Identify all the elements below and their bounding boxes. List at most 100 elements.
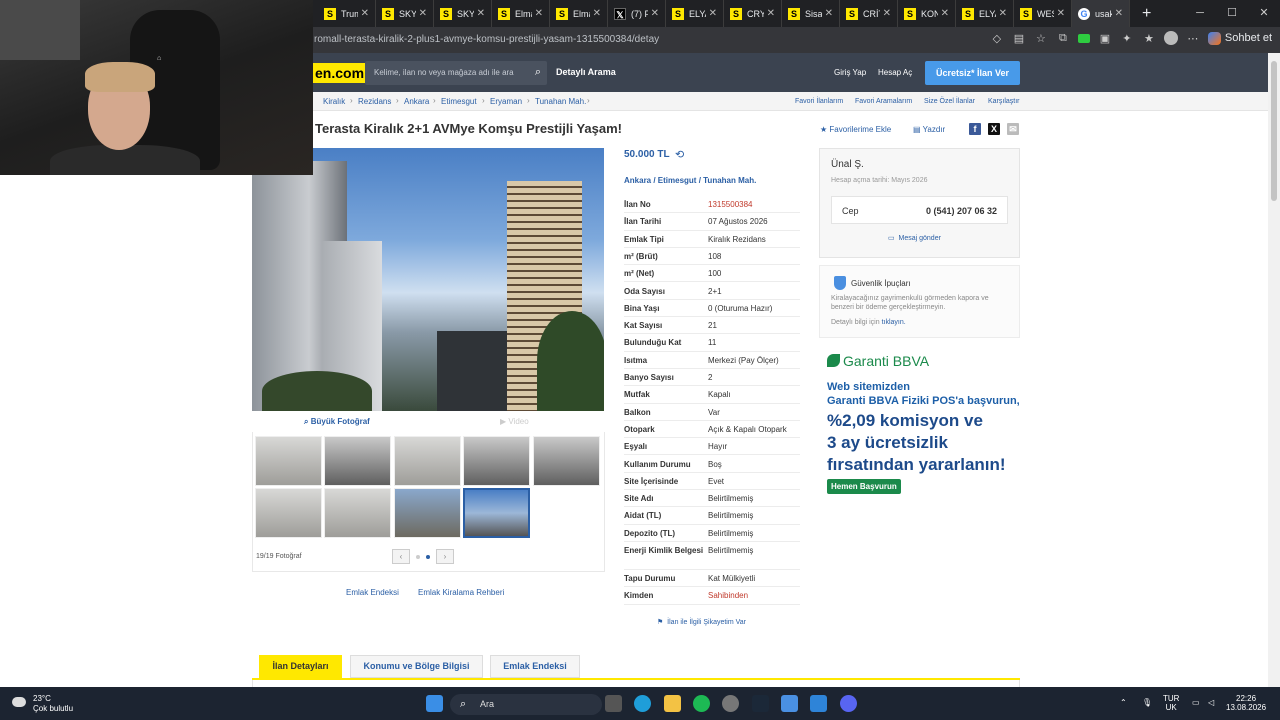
location-city[interactable]: Ankara [624,176,651,185]
profile-avatar[interactable] [1163,31,1178,45]
large-photo-tab[interactable]: ⌕ Büyük Fotoğraf [304,417,370,427]
network-icon[interactable]: ▭ [1192,698,1200,707]
browser-tab[interactable]: S WEST✕ [1014,0,1072,27]
more-icon[interactable]: ⋯ [1186,32,1200,45]
maximize-icon[interactable]: ☐ [1216,0,1248,27]
phone-number[interactable]: 0 (541) 207 06 32 [926,206,997,216]
search-icon[interactable]: ⌕ [535,66,541,79]
tab-close-icon[interactable]: ✕ [1057,8,1065,19]
emlak-endeksi-link[interactable]: Emlak Endeksi [346,588,399,597]
post-ad-button[interactable]: Ücretsiz* İlan Ver [925,61,1020,85]
tab-listing-details[interactable]: İlan Detayları [259,655,342,678]
browser-tab[interactable]: S ELYA✕ [956,0,1014,27]
top-link[interactable]: Karşılaştır [988,98,1020,105]
tab-close-icon[interactable]: ✕ [883,8,891,19]
print-link[interactable]: ▤ Yazdır [913,125,945,134]
sohbet-button[interactable]: Sohbet et [1207,31,1272,45]
ad-apply-button[interactable]: Hemen Başvurun [827,479,901,494]
photos-icon[interactable] [810,695,827,712]
pager-dot-active[interactable] [426,555,430,559]
thumbnail[interactable] [394,436,461,486]
thumbnail[interactable] [255,436,322,486]
thumbnail[interactable] [394,488,461,538]
browser-tab[interactable]: S Elma✕ [492,0,550,27]
breadcrumb-item[interactable]: Ankara [404,97,429,106]
tab-close-icon[interactable]: ✕ [767,8,775,19]
tab-close-icon[interactable]: ✕ [419,8,427,19]
thumbnail[interactable] [533,436,600,486]
start-icon[interactable] [426,695,443,712]
close-window-icon[interactable]: ✕ [1248,0,1280,27]
minimize-icon[interactable]: ─ [1184,0,1216,27]
tab-close-icon[interactable]: ✕ [825,8,833,19]
pager-dot[interactable] [416,555,420,559]
browser-tab[interactable]: S CRYS✕ [724,0,782,27]
tab-close-icon[interactable]: ✕ [1115,8,1123,19]
price-history-icon[interactable]: ⟲ [675,148,684,161]
browser-tab[interactable]: S ELYA✕ [666,0,724,27]
advanced-search-link[interactable]: Detaylı Arama [556,67,616,77]
puzzle-icon[interactable]: ✦ [1120,32,1134,45]
site-logo[interactable]: en.com [312,63,368,83]
top-link[interactable]: Size Özel İlanlar [924,98,975,105]
register-link[interactable]: Hesap Aç [878,68,912,77]
tab-emlak-endeksi[interactable]: Emlak Endeksi [490,655,580,678]
tab-close-icon[interactable]: ✕ [535,8,543,19]
browser-tab[interactable]: S Trum✕ [318,0,376,27]
breadcrumb-item[interactable]: Tunahan Mah. [535,97,586,106]
search-input[interactable]: Kelime, ilan no veya mağaza adı ile ara … [365,61,547,85]
complaint-link[interactable]: ⚑ İlan ile İlgili Şikayetim Var [657,618,746,626]
file-explorer-icon[interactable] [664,695,681,712]
prev-page-button[interactable]: ‹ [392,549,410,564]
next-page-button[interactable]: › [436,549,454,564]
tray-chevron-icon[interactable]: ⌃ [1120,698,1127,707]
thumbnail[interactable] [324,488,391,538]
new-tab-icon[interactable]: + [1142,5,1151,23]
breadcrumb-item[interactable]: Kiralık [323,97,345,106]
main-photo[interactable] [252,148,604,411]
tab-close-icon[interactable]: ✕ [593,8,601,19]
add-favorite-link[interactable]: ★ Favorilerime Ekle [820,125,891,134]
browser-tab[interactable]: S Sisa ✕ [782,0,840,27]
url-field[interactable]: romall-terasta-kiralik-2-plus1-avmye-kom… [314,34,659,45]
extensions-icon[interactable]: ⧉ [1056,32,1070,45]
task-view-icon[interactable] [605,695,622,712]
discord-icon[interactable] [840,695,857,712]
favorites-icon[interactable]: ★ [1142,32,1156,45]
browser-tab[interactable]: S SKYL✕ [434,0,492,27]
edge-icon[interactable] [634,695,651,712]
mail-icon[interactable]: ✉ [1007,123,1019,135]
facebook-icon[interactable]: f [969,123,981,135]
send-message-link[interactable]: ▭ Mesaj gönder [888,234,941,242]
location-neighborhood[interactable]: Tunahan Mah. [703,176,756,185]
garanti-ad[interactable]: Garanti BBVA Web sitemizden Garanti BBVA… [819,350,1020,500]
microphone-icon[interactable]: 🎙 [1142,698,1152,707]
browser-tab[interactable]: S Elma✕ [550,0,608,27]
top-link[interactable]: Favori Aramalarım [855,98,912,105]
location-district[interactable]: Etimesgut [658,176,697,185]
scrollbar[interactable] [1268,53,1280,687]
thumbnail[interactable] [255,488,322,538]
scrollbar-thumb[interactable] [1271,61,1277,201]
breadcrumb-item[interactable]: Rezidans [358,97,391,106]
browser-tab[interactable]: 𝕏 (7) Po✕ [608,0,666,27]
tab-close-icon[interactable]: ✕ [477,8,485,19]
thumbnail[interactable] [463,436,530,486]
browser-tab[interactable]: Gusak✕ [1072,0,1130,27]
reader-icon[interactable]: ▤ [1012,32,1026,45]
browser-tab[interactable]: S KON✕ [898,0,956,27]
tab-close-icon[interactable]: ✕ [361,8,369,19]
extension-green-icon[interactable] [1077,33,1090,43]
tab-close-icon[interactable]: ✕ [999,8,1007,19]
safety-more-link[interactable]: tıklayın. [882,319,906,326]
weather-widget[interactable]: 23°C Çok bulutlu [12,694,73,714]
browser-tab[interactable]: S CRİTE✕ [840,0,898,27]
thumbnail-selected[interactable] [463,488,530,538]
login-link[interactable]: Giriş Yap [834,68,866,77]
tab-close-icon[interactable]: ✕ [651,8,659,19]
app-icon[interactable] [722,695,739,712]
steam-icon[interactable] [752,695,769,712]
app-icon[interactable] [781,695,798,712]
volume-icon[interactable]: ◁ [1208,698,1214,707]
x-icon[interactable]: X [988,123,1000,135]
